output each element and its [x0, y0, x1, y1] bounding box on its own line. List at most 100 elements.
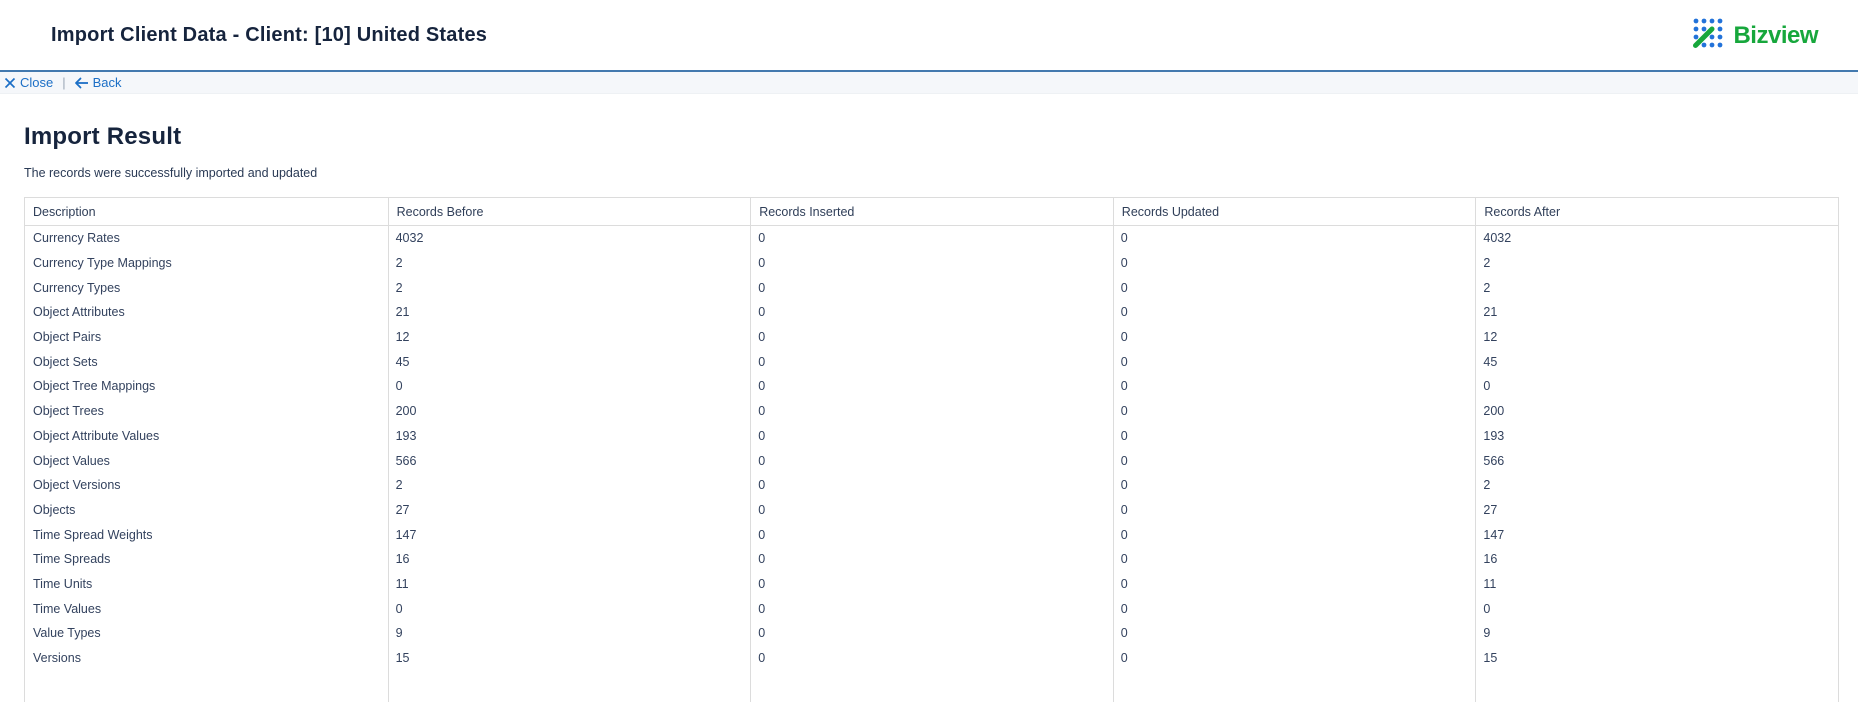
main-content: Import Result The records were successfu…: [0, 123, 1858, 702]
cell-records-inserted: 0: [758, 404, 766, 419]
table-row: Objects 27 0 0 27: [25, 498, 1838, 523]
cell-description: Versions: [33, 651, 81, 666]
cell-records-before: 4032: [395, 231, 424, 246]
cell-records-inserted: 0: [758, 280, 766, 295]
table-row: Time Units 11 0 0 11: [25, 572, 1838, 597]
cell-records-after: 0: [1483, 379, 1491, 394]
column-header-records-updated: Records Updated: [1112, 198, 1476, 225]
cell-records-after: 2: [1483, 280, 1491, 295]
cell-description: Object Trees: [33, 404, 104, 419]
cell-description: Time Values: [33, 601, 102, 616]
column-header-records-before: Records Before: [387, 198, 751, 225]
cell-records-before: 2: [395, 256, 403, 271]
app-header: Import Client Data - Client: [10] United…: [0, 0, 1858, 70]
back-arrow-icon: [74, 77, 89, 89]
import-result-table: Description Records Before Records Inser…: [24, 197, 1839, 702]
cell-records-after: 12: [1483, 330, 1498, 345]
cell-records-before: 200: [395, 404, 417, 419]
cell-records-before: 2: [395, 478, 403, 493]
toolbar: Close | Back: [0, 70, 1858, 94]
cell-records-inserted: 0: [758, 305, 766, 320]
cell-records-before: 21: [395, 305, 410, 320]
cell-records-inserted: 0: [758, 651, 766, 666]
cell-records-before: 0: [395, 601, 403, 616]
table-header-row: Description Records Before Records Inser…: [25, 198, 1838, 226]
column-header-records-after: Records After: [1475, 198, 1838, 225]
cell-records-inserted: 0: [758, 453, 766, 468]
table-row: Object Attribute Values 193 0 0 193: [25, 424, 1838, 449]
table-row: Object Pairs 12 0 0 12: [25, 325, 1838, 350]
cell-description: Time Spread Weights: [33, 527, 153, 542]
cell-records-updated: 0: [1120, 478, 1128, 493]
cell-records-updated: 0: [1120, 552, 1128, 567]
cell-records-after: 11: [1483, 576, 1497, 591]
cell-records-updated: 0: [1120, 428, 1128, 443]
cell-records-inserted: 0: [758, 626, 766, 641]
cell-records-updated: 0: [1120, 280, 1128, 295]
cell-records-updated: 0: [1120, 354, 1128, 369]
cell-records-updated: 0: [1120, 256, 1128, 271]
cell-records-after: 27: [1483, 502, 1498, 517]
cell-records-after: 16: [1483, 552, 1498, 567]
cell-records-updated: 0: [1120, 231, 1128, 246]
bizview-logo-text: Bizview: [1733, 21, 1818, 49]
cell-records-inserted: 0: [758, 428, 766, 443]
table-row: Versions 15 0 0 15: [25, 646, 1838, 671]
cell-records-before: 45: [395, 354, 410, 369]
cell-records-before: 9: [395, 626, 403, 641]
table-row: Object Values 566 0 0 566: [25, 448, 1838, 473]
table-row: Object Tree Mappings 0 0 0 0: [25, 374, 1838, 399]
cell-description: Time Spreads: [33, 552, 111, 567]
cell-records-updated: 0: [1120, 651, 1128, 666]
cell-description: Object Values: [33, 453, 110, 468]
cell-records-before: 27: [395, 502, 410, 517]
cell-description: Currency Rates: [33, 231, 120, 246]
table-row: Currency Type Mappings 2 0 0 2: [25, 251, 1838, 276]
table-row: Currency Types 2 0 0 2: [25, 275, 1838, 300]
cell-records-after: 200: [1483, 404, 1505, 419]
cell-records-before: 147: [395, 527, 417, 542]
cell-records-after: 45: [1483, 354, 1498, 369]
import-result-heading: Import Result: [24, 123, 182, 150]
cell-description: Time Units: [33, 576, 93, 591]
cell-records-after: 193: [1483, 428, 1505, 443]
cell-records-before: 0: [395, 379, 403, 394]
cell-description: Object Attribute Values: [33, 428, 160, 443]
cell-description: Object Attributes: [33, 305, 125, 320]
table-row: Time Spread Weights 147 0 0 147: [25, 522, 1838, 547]
cell-description: Object Versions: [33, 478, 121, 493]
cell-records-updated: 0: [1120, 305, 1128, 320]
cell-records-after: 0: [1483, 601, 1491, 616]
table-row: Object Versions 2 0 0 2: [25, 473, 1838, 498]
cell-records-after: 15: [1483, 651, 1498, 666]
table-row: Object Attributes 21 0 0 21: [25, 300, 1838, 325]
cell-records-inserted: 0: [758, 552, 766, 567]
cell-records-after: 2: [1483, 478, 1491, 493]
cell-records-updated: 0: [1120, 601, 1128, 616]
cell-description: Currency Types: [33, 280, 121, 295]
toolbar-divider: |: [62, 75, 66, 90]
cell-records-after: 147: [1483, 527, 1505, 542]
column-header-records-inserted: Records Inserted: [750, 198, 1113, 225]
back-button[interactable]: Back: [74, 75, 122, 90]
cell-records-updated: 0: [1120, 626, 1128, 641]
cell-records-after: 21: [1483, 305, 1498, 320]
column-separator: [750, 226, 752, 702]
close-button[interactable]: Close: [4, 75, 53, 90]
page-title: Import Client Data - Client: [10] United…: [51, 23, 488, 46]
table-row: Value Types 9 0 0 9: [25, 621, 1838, 646]
cell-description: Object Pairs: [33, 330, 102, 345]
cell-records-before: 193: [395, 428, 417, 443]
cell-records-before: 16: [395, 552, 410, 567]
cell-records-after: 4032: [1483, 231, 1512, 246]
cell-records-after: 2: [1483, 256, 1491, 271]
cell-records-before: 2: [395, 280, 403, 295]
column-header-description: Description: [33, 204, 96, 219]
cell-records-updated: 0: [1120, 527, 1128, 542]
cell-records-updated: 0: [1120, 453, 1128, 468]
cell-records-before: 11: [395, 576, 409, 591]
cell-records-inserted: 0: [758, 527, 766, 542]
close-icon: [4, 77, 16, 89]
cell-records-inserted: 0: [758, 502, 766, 517]
table-row: Object Sets 45 0 0 45: [25, 349, 1838, 374]
